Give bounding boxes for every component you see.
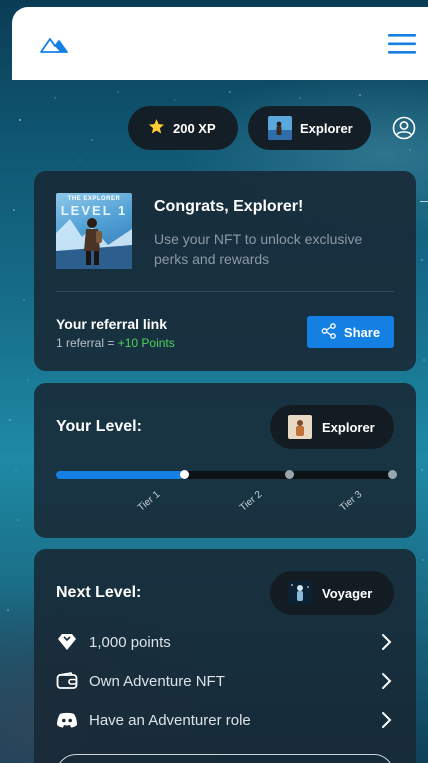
referral-count: 1 referral = <box>56 336 118 350</box>
xp-value: 200 XP <box>173 120 216 136</box>
role-badge[interactable]: Explorer <box>248 106 371 150</box>
requirement-row[interactable]: Own Adventure NFT <box>56 669 394 693</box>
chevron-right-icon <box>380 710 394 730</box>
star-icon <box>148 118 165 138</box>
referral-reward: +10 Points <box>117 336 175 350</box>
next-level-badge[interactable]: Voyager <box>270 571 394 615</box>
points-gem-icon <box>56 631 78 653</box>
referral-title: Your referral link <box>56 316 168 332</box>
congrats-description: Use your NFT to unlock exclusive perks a… <box>154 231 363 267</box>
nft-card: THE EXPLORER LEVEL 1 Congrats, Explorer!… <box>34 171 416 371</box>
nft-caption: THE EXPLORER <box>67 196 121 202</box>
requirement-row[interactable]: Have an Adventurer role <box>56 708 394 732</box>
requirement-row[interactable]: 1,000 points <box>56 630 394 654</box>
requirement-text: 1,000 points <box>89 633 171 651</box>
voyager-nft-icon <box>288 581 312 605</box>
current-level-badge[interactable]: Explorer <box>270 405 394 449</box>
share-button[interactable]: Share <box>307 316 394 348</box>
tier-3-label: Tier 3 <box>337 489 365 514</box>
requirement-text: Own Adventure NFT <box>89 672 225 690</box>
next-level-card: Next Level: Voyager 1,000 points Own Adv… <box>34 549 416 763</box>
congrats-title: Congrats, Explorer! <box>154 198 304 215</box>
edge-divider <box>420 201 428 202</box>
next-level-name: Voyager <box>322 585 373 601</box>
mountain-logo-icon[interactable] <box>40 35 68 53</box>
share-icon <box>321 322 337 342</box>
current-level-name: Explorer <box>322 419 375 435</box>
level-progress-fill <box>56 471 184 479</box>
progress-knob-current <box>180 470 189 479</box>
top-header <box>12 7 428 80</box>
hamburger-menu-icon[interactable] <box>388 33 416 55</box>
explorer-nft-image: THE EXPLORER LEVEL 1 <box>56 193 132 269</box>
level-progress-track <box>56 470 397 479</box>
share-label: Share <box>343 324 381 340</box>
chevron-right-icon <box>380 671 394 691</box>
requirement-text: Have an Adventurer role <box>89 711 251 729</box>
next-level-label: Next Level: <box>56 584 142 601</box>
user-circle-icon[interactable] <box>392 116 416 140</box>
explorer-nft-icon <box>288 415 312 439</box>
progress-knob-tier-3 <box>388 470 397 479</box>
wallet-icon <box>56 670 78 692</box>
role-name: Explorer <box>300 120 353 136</box>
explorer-nft-icon <box>268 116 292 140</box>
level-card: Your Level: Explorer Tier 1 Tier 2 Tier … <box>34 383 416 538</box>
progress-knob-tier-2 <box>285 470 294 479</box>
xp-badge[interactable]: 200 XP <box>128 106 238 150</box>
next-level-action-button[interactable] <box>56 754 394 763</box>
tier-1-label: Tier 1 <box>135 489 163 514</box>
referral-info: 1 referral = +10 Points <box>56 336 175 350</box>
card-divider <box>56 291 394 292</box>
discord-icon <box>56 709 78 731</box>
your-level-label: Your Level: <box>56 418 142 435</box>
nft-level-text: LEVEL 1 <box>60 203 128 218</box>
chevron-right-icon <box>380 632 394 652</box>
tier-2-label: Tier 2 <box>237 489 265 514</box>
